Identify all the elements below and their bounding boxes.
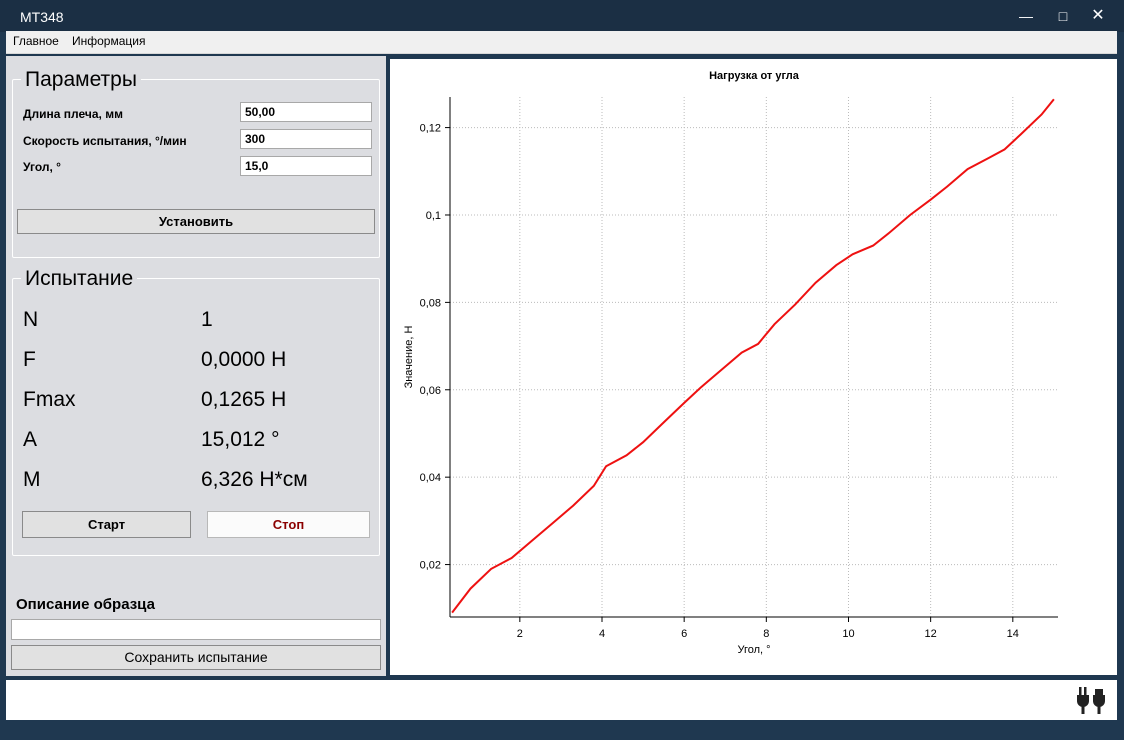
moment-label: M <box>23 468 41 491</box>
menu-item-info[interactable]: Информация <box>72 34 145 48</box>
arm-length-input[interactable] <box>240 102 372 122</box>
speed-label: Скорость испытания, °/мин <box>23 134 187 148</box>
speed-input[interactable] <box>240 129 372 149</box>
set-button[interactable]: Установить <box>17 209 375 234</box>
sample-description-label: Описание образца <box>16 596 155 613</box>
fmax-value: 0,1265 Н <box>201 388 287 411</box>
load-angle-chart: 2 4 6 8 10 12 14 0,02 0,04 0,06 0,08 0,1 0,12 Нагрузк… <box>403 70 1058 656</box>
angle-measure-label: A <box>23 428 38 451</box>
arm-length-label: Длина плеча, мм <box>23 107 123 121</box>
window-title: MT348 <box>20 9 64 25</box>
test-group: Испытание N 1 F 0,0000 Н Fmax 0,1265 Н A… <box>12 267 380 556</box>
y-axis-label: Значение, Н <box>403 326 415 389</box>
y-tick-label: 0,12 <box>420 123 441 135</box>
stop-button[interactable]: Стоп <box>207 511 370 538</box>
x-tick-label: 14 <box>1007 628 1019 640</box>
angle-input[interactable] <box>240 156 372 176</box>
y-tick-label: 0,1 <box>426 210 441 222</box>
x-tick-label: 6 <box>681 628 687 640</box>
n-label: N <box>23 308 39 331</box>
menu-bar: Главное Информация <box>6 31 1117 54</box>
y-tick-label: 0,08 <box>420 297 441 309</box>
y-tick-label: 0,04 <box>420 472 441 484</box>
start-button[interactable]: Старт <box>22 511 191 538</box>
menu-item-main[interactable]: Главное <box>13 34 59 48</box>
x-tick-label: 2 <box>517 628 523 640</box>
parameters-group: Параметры Длина плеча, мм Скорость испыт… <box>12 68 380 258</box>
chart-panel: 2 4 6 8 10 12 14 0,02 0,04 0,06 0,08 0,1 0,12 Нагрузк… <box>390 59 1117 675</box>
x-tick-label: 8 <box>763 628 769 640</box>
y-tick-label: 0,06 <box>420 385 441 397</box>
parameters-title: Параметры <box>21 68 141 92</box>
angle-label: Угол, ° <box>23 160 61 174</box>
chart-title: Нагрузка от угла <box>709 70 800 82</box>
sample-description-input[interactable] <box>11 619 381 640</box>
f-label: F <box>23 348 36 371</box>
test-title: Испытание <box>21 267 138 291</box>
plug-icon <box>1077 687 1105 714</box>
y-tick-label: 0,02 <box>420 560 441 572</box>
angle-measure-value: 15,012 ° <box>201 428 280 451</box>
minimize-button[interactable]: — <box>1013 6 1039 26</box>
moment-value: 6,326 Н*см <box>201 468 308 491</box>
x-tick-label: 4 <box>599 628 605 640</box>
x-axis-label: Угол, ° <box>737 644 770 656</box>
close-button[interactable]: ✕ <box>1085 6 1111 26</box>
status-bar <box>6 680 1117 720</box>
title-bar: MT348 — □ ✕ <box>0 0 1124 32</box>
save-test-button[interactable]: Сохранить испытание <box>11 645 381 670</box>
n-value: 1 <box>201 308 213 331</box>
x-tick-label: 10 <box>842 628 854 640</box>
x-tick-label: 12 <box>925 628 937 640</box>
series-line <box>451 98 1055 614</box>
fmax-label: Fmax <box>23 388 76 411</box>
f-value: 0,0000 Н <box>201 348 287 371</box>
left-panel: Параметры Длина плеча, мм Скорость испыт… <box>6 56 386 676</box>
maximize-button[interactable]: □ <box>1050 6 1076 26</box>
